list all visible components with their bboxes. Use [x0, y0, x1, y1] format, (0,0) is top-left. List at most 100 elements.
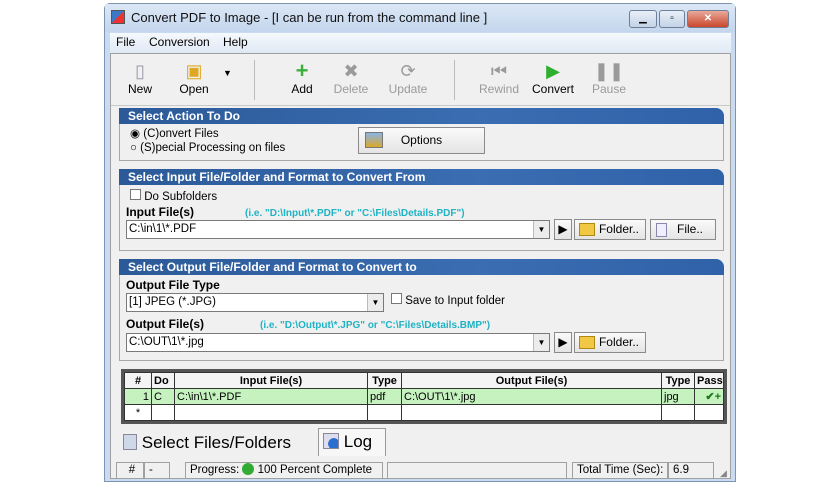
col-pass[interactable]: Pass [694, 372, 724, 389]
section-header: Select Output File/Folder and Format to … [119, 259, 724, 275]
input-folder-button[interactable]: Folder.. [574, 219, 646, 240]
pass-check-icon[interactable]: ✔+ [694, 388, 724, 405]
cell[interactable]: C:\OUT\1\*.jpg [401, 388, 662, 405]
status-bar: # - Progress: 100 Percent Complete Total… [110, 462, 731, 480]
col-output[interactable]: Output File(s) [401, 372, 662, 389]
special-processing-radio[interactable]: ○ (S)pecial Processing on files [130, 142, 285, 154]
toolbar-separator [254, 60, 255, 100]
file-grid: # Do Input File(s) Type Output File(s) T… [121, 369, 727, 424]
cell[interactable] [151, 404, 175, 421]
progress-label: Progress: [190, 464, 240, 476]
status-dash: - [144, 462, 170, 479]
convert-label: Convert [531, 82, 575, 96]
rewind-label: Rewind [478, 82, 520, 96]
col-do[interactable]: Do [151, 372, 175, 389]
floppy-icon: ▣ [185, 61, 203, 81]
cell[interactable]: pdf [367, 388, 402, 405]
close-button[interactable]: ✕ [687, 10, 729, 28]
pause-label: Pause [592, 82, 627, 96]
output-arrow-button[interactable]: ▶ [554, 332, 572, 353]
files-icon [123, 434, 137, 450]
cell[interactable] [367, 404, 402, 421]
chevron-down-icon[interactable]: ▼ [367, 294, 383, 311]
rewind-button[interactable]: ⏮ Rewind [477, 60, 521, 96]
options-label: Options [400, 133, 443, 147]
open-button[interactable]: ▣ Open [177, 60, 211, 96]
cell[interactable] [174, 404, 368, 421]
output-folder-button[interactable]: Folder.. [574, 332, 646, 353]
file-icon [656, 223, 667, 237]
col-number[interactable]: # [124, 372, 152, 389]
options-button[interactable]: Options [358, 127, 485, 154]
col-output-type[interactable]: Type [661, 372, 695, 389]
rewind-icon: ⏮ [490, 61, 508, 81]
tab-select-files[interactable]: Select Files/Folders [119, 430, 319, 458]
new-file-icon: ▯ [135, 61, 145, 81]
status-hash: # [116, 462, 144, 479]
save-to-input-checkbox[interactable]: Save to Input folder [391, 293, 505, 307]
plus-icon: + [295, 58, 309, 83]
convert-files-radio[interactable]: ◉ (C)onvert Files [130, 126, 219, 140]
menu-bar: File Conversion Help [110, 33, 731, 53]
input-file-button[interactable]: File.. [650, 219, 716, 240]
add-button[interactable]: + Add [287, 58, 317, 97]
cell[interactable] [401, 404, 662, 421]
app-window: Convert PDF to Image - [I can be run fro… [104, 3, 736, 482]
input-files-value: C:\in\1\*.PDF [129, 223, 197, 235]
new-button[interactable]: ▯ New [125, 60, 155, 96]
play-icon: ▶ [546, 61, 560, 81]
menu-file[interactable]: File [116, 35, 135, 49]
input-arrow-button[interactable]: ▶ [554, 219, 572, 240]
cell[interactable]: jpg [661, 388, 695, 405]
col-input[interactable]: Input File(s) [174, 372, 368, 389]
cell[interactable]: C:\in\1\*.PDF [174, 388, 368, 405]
input-files-label: Input File(s) [126, 205, 194, 219]
update-button[interactable]: ⟳ Update [386, 60, 430, 96]
section-header: Select Input File/Folder and Format to C… [119, 169, 724, 185]
chevron-down-icon[interactable]: ▼ [533, 221, 549, 238]
table-row-new[interactable]: * [124, 404, 724, 421]
add-label: Add [291, 82, 313, 96]
input-section: Select Input File/Folder and Format to C… [119, 169, 724, 251]
tab-log-label: Log [343, 432, 373, 451]
toolbar: ▯ New ▣ Open ▼ + Add ✖ Delete ⟳ Update ⏮ Rewin… [111, 54, 730, 106]
output-files-value: C:\OUT\1\*.jpg [129, 336, 204, 348]
title-bar: Convert PDF to Image - [I can be run fro… [105, 4, 735, 32]
convert-button[interactable]: ▶ Convert [530, 60, 576, 96]
total-time-label: Total Time (Sec): [572, 462, 668, 479]
folder-icon [579, 223, 595, 236]
folder-label: Folder.. [598, 222, 639, 236]
col-input-type[interactable]: Type [367, 372, 402, 389]
total-time-value: 6.9 [668, 462, 714, 479]
input-files-combo[interactable]: C:\in\1\*.PDF ▼ [126, 220, 550, 239]
do-subfolders-checkbox[interactable]: Do Subfolders [130, 189, 217, 203]
tab-select-files-label: Select Files/Folders [141, 433, 292, 452]
cell[interactable]: * [124, 404, 152, 421]
log-clock-icon [323, 433, 339, 449]
chevron-down-icon[interactable]: ▼ [533, 334, 549, 351]
cell[interactable] [694, 404, 724, 421]
menu-conversion[interactable]: Conversion [149, 35, 210, 49]
cell[interactable]: C [151, 388, 175, 405]
pause-button[interactable]: ❚❚ Pause [592, 60, 626, 96]
options-icon [365, 132, 383, 148]
save-to-input-label: Save to Input folder [405, 295, 505, 307]
resize-grip-icon[interactable]: ◢ [720, 468, 727, 479]
cell[interactable] [661, 404, 695, 421]
minimize-button[interactable]: ▁ [629, 10, 657, 28]
open-dropdown-icon[interactable]: ▼ [223, 68, 232, 78]
output-type-value: [1] JPEG (*.JPG) [129, 296, 216, 308]
output-files-combo[interactable]: C:\OUT\1\*.jpg ▼ [126, 333, 550, 352]
maximize-button[interactable]: ▫ [659, 10, 685, 28]
output-files-label: Output File(s) [126, 317, 204, 331]
tab-log[interactable]: Log [318, 428, 386, 456]
output-hint: (i.e. "D:\Output\*.JPG" or "C:\Files\Det… [260, 320, 491, 331]
cell[interactable]: 1 [124, 388, 152, 405]
output-type-select[interactable]: [1] JPEG (*.JPG) ▼ [126, 293, 384, 312]
toolbar-separator [454, 60, 455, 100]
table-row[interactable]: 1 C C:\in\1\*.PDF pdf C:\OUT\1\*.jpg jpg… [124, 388, 724, 405]
convert-files-label: (C)onvert Files [143, 128, 219, 140]
delete-button[interactable]: ✖ Delete [333, 60, 369, 96]
folder-label: Folder.. [598, 335, 639, 349]
menu-help[interactable]: Help [223, 35, 248, 49]
